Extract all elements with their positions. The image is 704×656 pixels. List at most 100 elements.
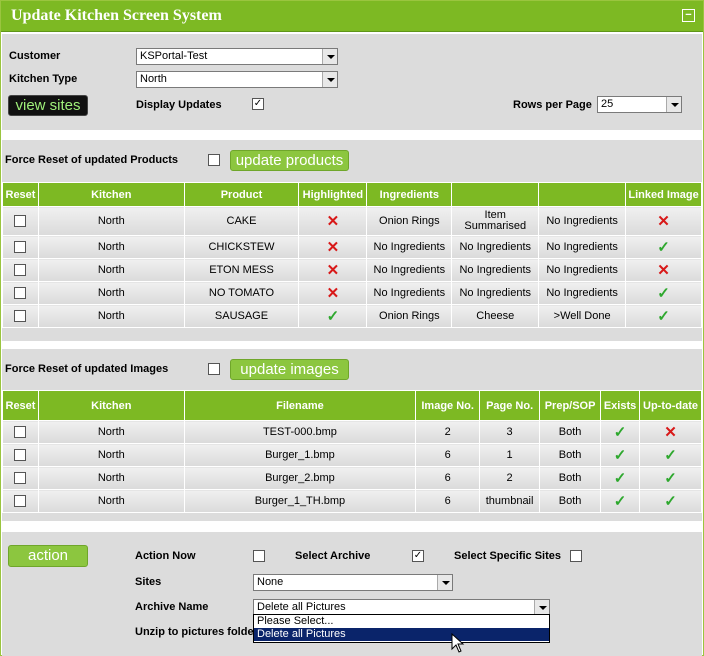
col-highlighted: Highlighted	[298, 182, 368, 207]
action-button[interactable]: action	[8, 545, 88, 567]
dropdown-option-delete-all[interactable]: Delete all Pictures	[254, 628, 549, 641]
ingredient-cell: No Ingredients	[538, 281, 627, 305]
display-updates-checkbox[interactable]: ✓	[252, 98, 264, 110]
check-icon: ✓	[657, 308, 670, 325]
col-linked-image: Linked Image	[625, 182, 702, 207]
up-to-date-cell: ✕	[639, 420, 702, 444]
update-images-button[interactable]: update images	[230, 359, 349, 380]
check-icon: ✓	[326, 308, 340, 325]
chevron-down-icon[interactable]	[437, 575, 452, 590]
ingredient-cell: No Ingredients	[366, 281, 453, 305]
rows-per-page-select[interactable]: 25	[597, 96, 682, 113]
ingredient-cell: No Ingredients	[451, 258, 540, 282]
col-kitchen: Kitchen	[37, 390, 185, 421]
ingredient-cell: Onion Rings	[366, 206, 453, 236]
rows-per-page-value: 25	[601, 98, 614, 110]
select-specific-sites-label: Select Specific Sites	[454, 550, 561, 562]
select-specific-sites-checkbox[interactable]	[570, 550, 582, 562]
col-up-to-date: Up-to-date	[639, 390, 702, 421]
col-exists: Exists	[600, 390, 641, 421]
ingredient-cell: No Ingredients	[538, 206, 627, 236]
reset-checkbox[interactable]	[14, 449, 27, 462]
chevron-down-icon[interactable]	[666, 97, 681, 112]
table-row: North CHICKSTEW ✕ No Ingredients No Ingredie…	[2, 235, 702, 259]
collapse-icon[interactable]: −	[682, 9, 695, 22]
check-icon: ✓	[657, 239, 670, 256]
reset-checkbox[interactable]	[14, 241, 27, 254]
chevron-down-icon[interactable]	[534, 600, 549, 615]
col-reset: Reset	[2, 390, 39, 421]
highlighted-cell: ✕	[298, 206, 368, 236]
col-kitchen: Kitchen	[37, 182, 185, 207]
reset-checkbox[interactable]	[14, 426, 27, 439]
force-reset-images-checkbox[interactable]	[208, 363, 220, 375]
kitchen-cell: North	[37, 443, 185, 467]
cross-icon: ✕	[664, 424, 677, 441]
kitchen-cell: North	[37, 206, 185, 236]
up-to-date-cell: ✓	[639, 443, 702, 467]
select-archive-label: Select Archive	[295, 550, 371, 562]
reset-cell	[2, 235, 39, 259]
chevron-down-icon[interactable]	[322, 49, 337, 64]
filename-cell: TEST-000.bmp	[183, 420, 417, 444]
force-reset-products-checkbox[interactable]	[208, 154, 220, 166]
reset-checkbox[interactable]	[14, 264, 27, 277]
prep-sop-cell: Both	[539, 420, 602, 444]
kitchen-cell: North	[37, 420, 185, 444]
table-row: North Burger_1.bmp 6 1 Both ✓ ✓	[2, 443, 702, 467]
check-icon: ✓	[613, 424, 627, 441]
check-icon: ✓	[664, 470, 677, 487]
action-now-checkbox[interactable]	[253, 550, 265, 562]
check-icon: ✓	[664, 447, 677, 464]
window-title: Update Kitchen Screen System	[11, 7, 222, 24]
check-icon: ✓	[657, 285, 670, 302]
view-sites-button[interactable]: view sites	[8, 95, 88, 116]
reset-cell	[2, 420, 39, 444]
unzip-label: Unzip to pictures folde	[135, 626, 254, 638]
images-table: Reset Kitchen Filename Image No. Page No…	[2, 390, 702, 513]
check-icon: ✓	[613, 470, 627, 487]
kitchen-cell: North	[37, 235, 185, 259]
image-no-cell: 6	[415, 443, 481, 467]
reset-checkbox[interactable]	[14, 215, 27, 228]
sites-select[interactable]: None	[253, 574, 453, 591]
reset-checkbox[interactable]	[14, 472, 27, 485]
product-cell: ETON MESS	[183, 258, 300, 282]
rows-per-page-label: Rows per Page	[513, 99, 592, 111]
prep-sop-cell: Both	[539, 443, 602, 467]
archive-name-dropdown-list[interactable]: Please Select... Delete all Pictures	[253, 614, 550, 643]
reset-cell	[2, 304, 39, 328]
display-updates-label: Display Updates	[136, 99, 222, 111]
table-row: North SAUSAGE ✓ Onion Rings Cheese >Well Done…	[2, 304, 702, 328]
action-now-label: Action Now	[135, 550, 196, 562]
reset-checkbox[interactable]	[14, 310, 27, 323]
reset-cell	[2, 466, 39, 490]
chevron-down-icon[interactable]	[322, 72, 337, 87]
dropdown-option-please-select[interactable]: Please Select...	[254, 615, 549, 628]
reset-cell	[2, 281, 39, 305]
sites-label: Sites	[135, 576, 162, 588]
table-row: North NO TOMATO ✕ No Ingredients No Ingredie…	[2, 281, 702, 305]
force-reset-products-label: Force Reset of updated Products	[5, 154, 178, 166]
cross-icon: ✕	[326, 239, 340, 256]
customer-select[interactable]: KSPortal-Test	[136, 48, 338, 65]
reset-checkbox[interactable]	[14, 495, 27, 508]
kitchen-type-label: Kitchen Type	[9, 73, 78, 85]
select-archive-checkbox[interactable]: ✓	[412, 550, 424, 562]
ingredient-cell: No Ingredients	[366, 258, 453, 282]
product-cell: CAKE	[183, 206, 300, 236]
up-to-date-cell: ✓	[639, 489, 702, 513]
ingredient-cell: No Ingredients	[451, 235, 540, 259]
ingredient-cell: >Well Done	[538, 304, 627, 328]
reset-checkbox[interactable]	[14, 287, 27, 300]
image-no-cell: 2	[415, 420, 481, 444]
cross-icon: ✕	[657, 213, 670, 230]
ingredient-cell: Item Summarised	[451, 206, 540, 236]
image-no-cell: 6	[415, 489, 481, 513]
title-bar: Update Kitchen Screen System −	[1, 1, 703, 32]
col-ingredients: Ingredients	[366, 182, 453, 207]
products-table: Reset Kitchen Product Highlighted Ingred…	[2, 182, 702, 328]
kitchen-type-select[interactable]: North	[136, 71, 338, 88]
force-reset-images-label: Force Reset of updated Images	[5, 363, 169, 375]
update-products-button[interactable]: update products	[230, 150, 349, 171]
